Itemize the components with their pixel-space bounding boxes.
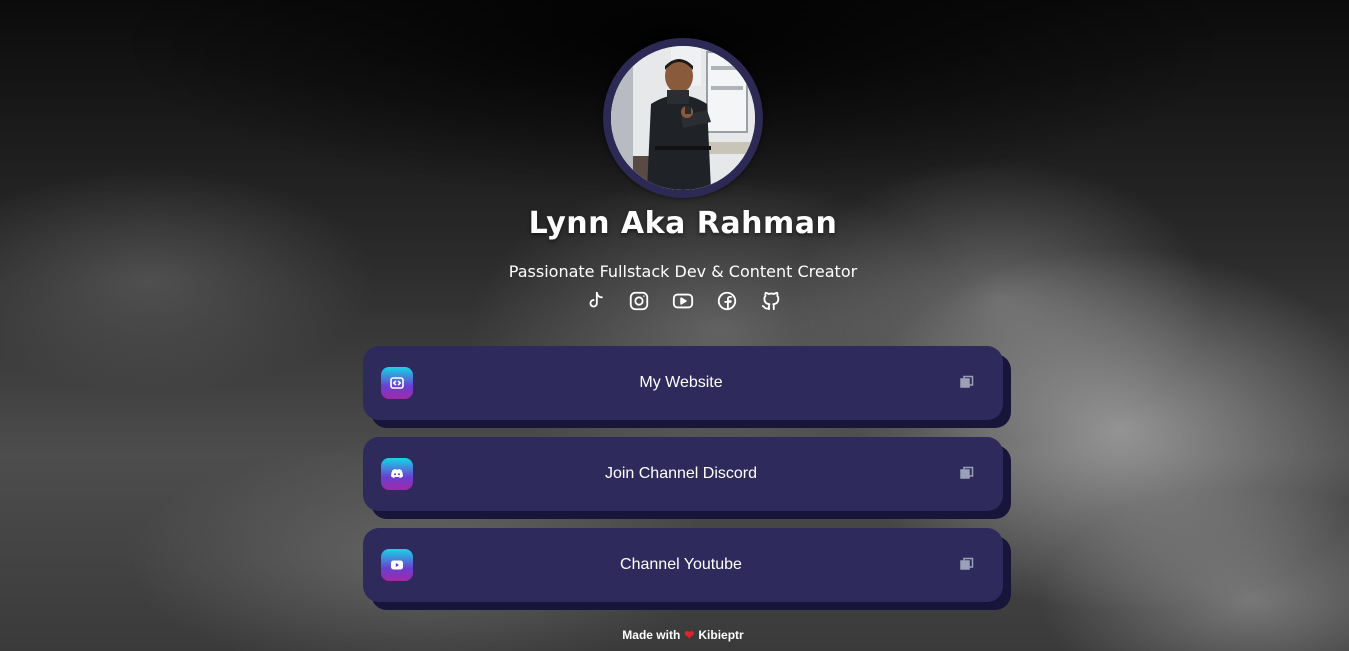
profile-bio: Passionate Fullstack Dev & Content Creat…	[508, 262, 858, 281]
facebook-icon[interactable]	[716, 290, 738, 312]
profile-name: Lynn Aka Rahman	[528, 206, 838, 241]
footer-prefix: Made with	[622, 628, 681, 642]
copy-icon[interactable]	[960, 466, 974, 480]
link-label: My Website	[639, 374, 723, 391]
link-label: Join Channel Discord	[604, 465, 758, 482]
link-discord[interactable]: Join Channel Discord	[363, 437, 1003, 511]
youtube-icon[interactable]	[672, 290, 694, 312]
copy-icon[interactable]	[960, 375, 974, 389]
copy-icon[interactable]	[960, 557, 974, 571]
footer-author[interactable]: Kibieptr	[698, 628, 743, 642]
instagram-icon[interactable]	[628, 290, 650, 312]
heart-icon: ❤	[684, 628, 695, 642]
social-links	[0, 290, 1349, 312]
github-icon[interactable]	[760, 290, 782, 312]
avatar	[603, 38, 763, 198]
footer: Made with ❤ Kibieptr	[0, 628, 1349, 642]
link-my-website[interactable]: My Website	[363, 346, 1003, 420]
tiktok-icon[interactable]	[584, 290, 606, 312]
profile-photo	[611, 46, 755, 190]
link-label: Channel Youtube	[620, 556, 742, 573]
link-youtube[interactable]: Channel Youtube	[363, 528, 1003, 602]
